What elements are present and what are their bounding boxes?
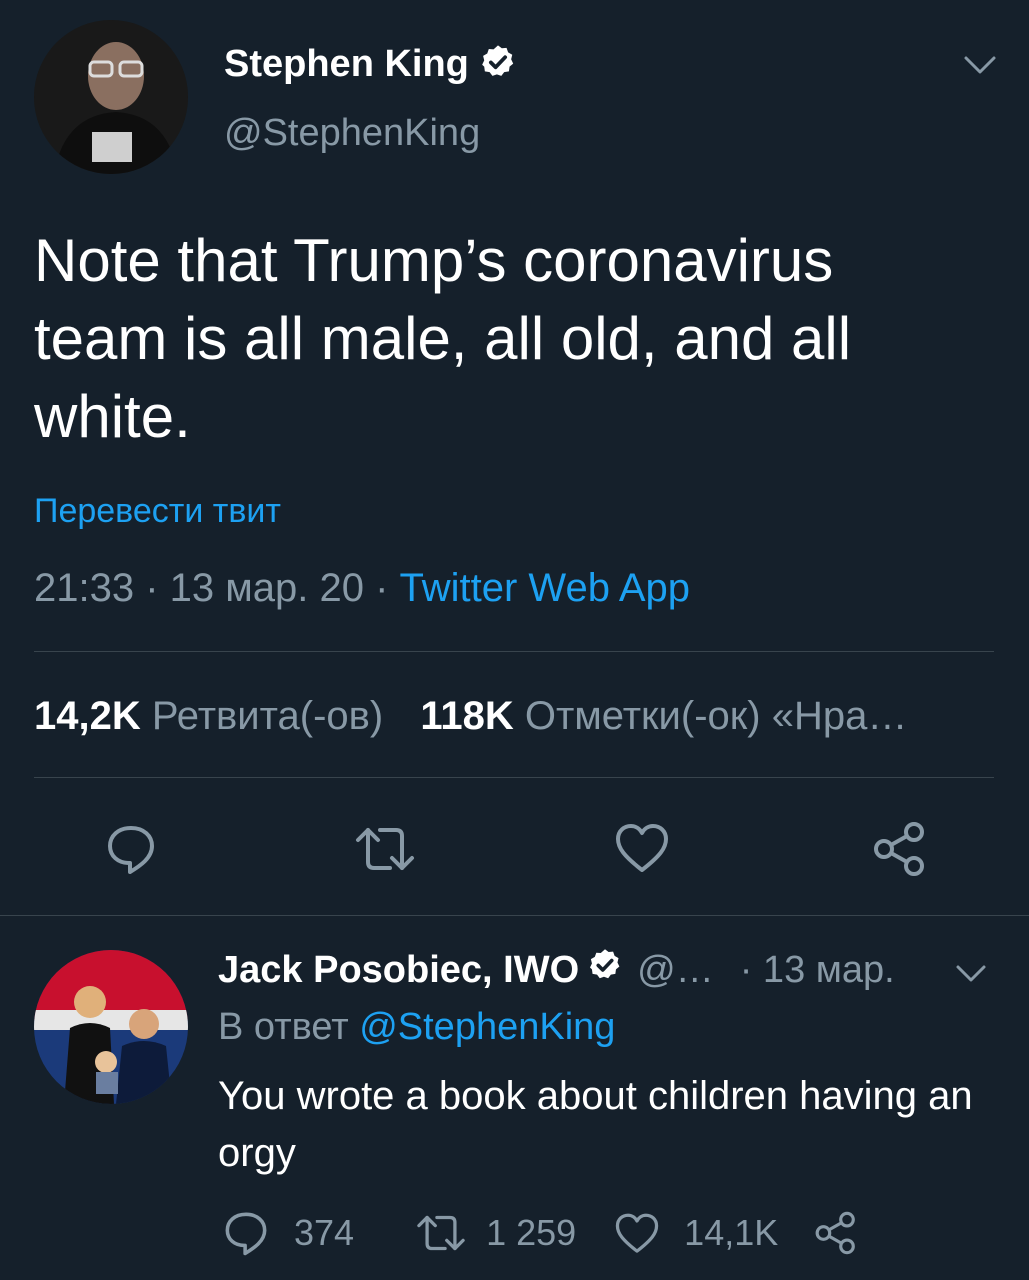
likes-stat[interactable]: 118K Отметки(-ок) «Нра… bbox=[420, 694, 907, 738]
reply-author-name[interactable]: Jack Posobiec, IWO bbox=[218, 949, 579, 992]
translate-tweet-link[interactable]: Перевести твит bbox=[34, 492, 281, 531]
reply-icon[interactable] bbox=[222, 1209, 270, 1257]
tweet-source-link[interactable]: Twitter Web App bbox=[400, 566, 691, 610]
chevron-down-icon[interactable] bbox=[954, 960, 988, 991]
author-name[interactable]: Stephen King bbox=[224, 43, 469, 86]
reply-text: You wrote a book about children having a… bbox=[218, 1074, 973, 1175]
likes-label: Отметки(-ок) «Нра… bbox=[524, 694, 908, 738]
tweet-meta: 21:33 · 13 мар. 20 · Twitter Web App bbox=[34, 566, 690, 611]
like-icon[interactable] bbox=[614, 1210, 660, 1255]
share-icon[interactable] bbox=[814, 1210, 858, 1256]
tweet-text: Note that Trump’s coronavirus team is al… bbox=[34, 227, 852, 450]
verified-badge-icon bbox=[479, 43, 517, 86]
share-icon[interactable] bbox=[872, 820, 928, 883]
retweets-stat[interactable]: 14,2K Ретвита(-ов) bbox=[34, 694, 394, 738]
retweets-label: Ретвита(-ов) bbox=[151, 694, 384, 738]
reply-retweets-count: 1 259 bbox=[486, 1212, 577, 1253]
reply-likes-count: 14,1K bbox=[684, 1212, 779, 1253]
tweet-timestamp: 21:33 · 13 мар. 20 · bbox=[34, 566, 400, 610]
reply-prefix: В ответ bbox=[218, 1006, 360, 1048]
author-name-row: Stephen King bbox=[224, 40, 517, 88]
likes-count: 118K bbox=[420, 694, 514, 738]
reply-context: В ответ @StephenKing bbox=[218, 1006, 615, 1049]
retweets-count: 14,2K bbox=[34, 694, 141, 738]
reply-date[interactable]: · 13 мар. bbox=[740, 949, 895, 992]
retweet-icon[interactable] bbox=[414, 1210, 468, 1256]
divider bbox=[0, 915, 1029, 916]
divider bbox=[34, 777, 994, 778]
verified-badge-icon bbox=[587, 947, 623, 993]
reply-header: Jack Posobiec, IWO @… · 13 мар. bbox=[218, 946, 895, 994]
chevron-down-icon[interactable] bbox=[962, 50, 998, 83]
author-handle[interactable]: @StephenKing bbox=[224, 112, 480, 155]
reply-replies-count: 374 bbox=[294, 1212, 355, 1253]
reply-icon[interactable] bbox=[104, 822, 158, 881]
reply-to-link[interactable]: @StephenKing bbox=[359, 1006, 615, 1048]
divider bbox=[34, 651, 994, 652]
retweet-icon[interactable] bbox=[352, 822, 418, 881]
tweet-stats: 14,2K Ретвита(-ов) 118K Отметки(-ок) «Нр… bbox=[34, 694, 907, 739]
stephen-king-avatar[interactable] bbox=[34, 20, 188, 174]
jack-posobiec-avatar[interactable] bbox=[34, 950, 188, 1104]
like-icon[interactable] bbox=[614, 822, 670, 881]
reply-author-handle[interactable]: @… bbox=[637, 949, 714, 992]
reply-action-bar: 374 1 259 14,1K bbox=[222, 1206, 858, 1260]
